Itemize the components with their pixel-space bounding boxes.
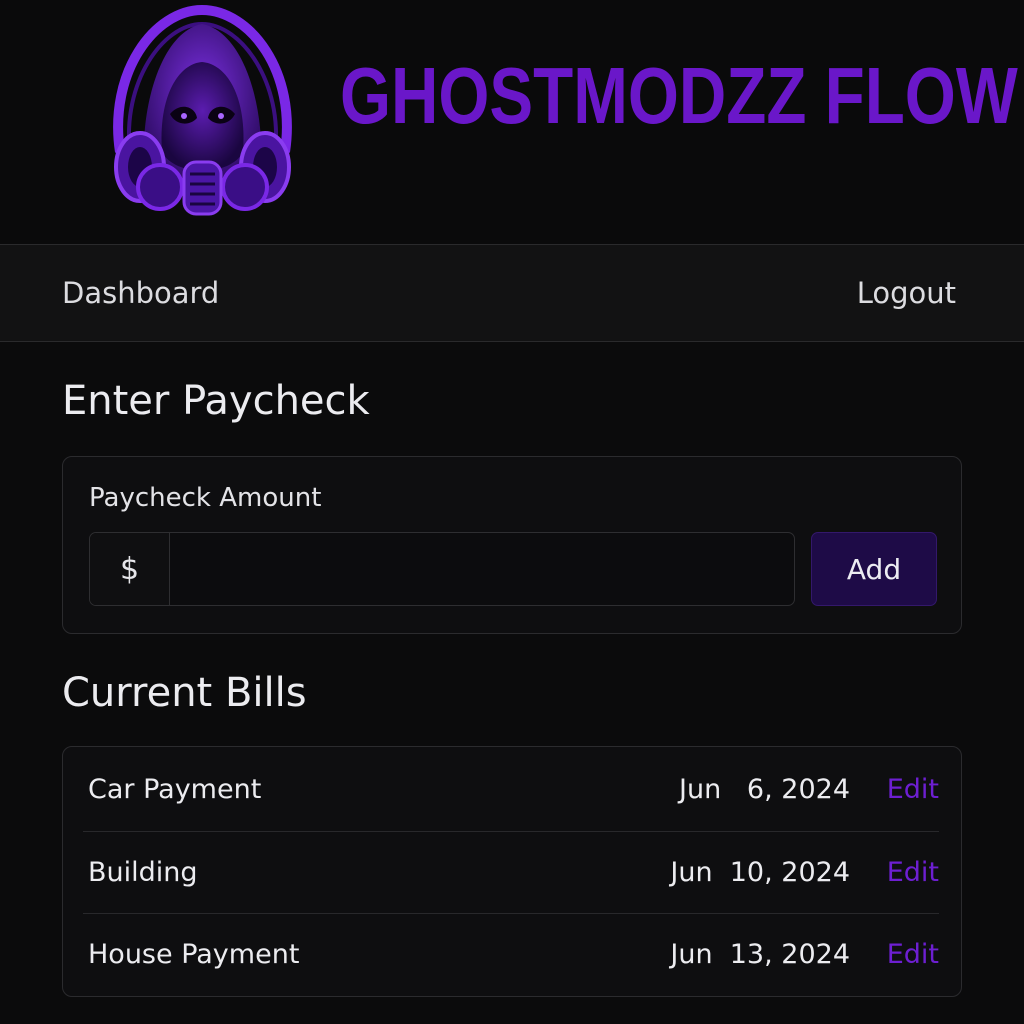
nav-logout-link[interactable]: Logout xyxy=(857,245,956,341)
nav-dashboard-link[interactable]: Dashboard xyxy=(62,245,219,341)
bill-row: Car Payment Jun 6, 2024 Edit xyxy=(83,749,939,831)
bill-name: Car Payment xyxy=(88,774,262,805)
bills-card: Car Payment Jun 6, 2024 Edit Building Ju… xyxy=(62,746,962,997)
bill-due-date: Jun 6, 2024 xyxy=(679,774,850,805)
bill-edit-link[interactable]: Edit xyxy=(887,749,939,831)
bill-due-date: Jun 10, 2024 xyxy=(670,857,850,888)
app-header: GHOSTMODZZ FLOW xyxy=(0,0,1024,244)
bill-name: Building xyxy=(88,857,198,888)
add-paycheck-button[interactable]: Add xyxy=(811,532,937,606)
enter-paycheck-title: Enter Paycheck xyxy=(62,378,370,424)
dollar-prefix: $ xyxy=(90,533,170,605)
brand-title: GHOSTMODZZ FLOW xyxy=(340,51,1018,140)
current-bills-title: Current Bills xyxy=(62,670,307,716)
bill-due-date: Jun 13, 2024 xyxy=(670,939,850,970)
paycheck-amount-label: Paycheck Amount xyxy=(89,483,322,513)
bill-row: Building Jun 10, 2024 Edit xyxy=(83,831,939,913)
bill-edit-link[interactable]: Edit xyxy=(887,832,939,914)
paycheck-card: Paycheck Amount $ Add xyxy=(62,456,962,634)
gas-mask-skull-headphones-icon xyxy=(113,4,292,216)
top-nav: Dashboard Logout xyxy=(0,244,1024,342)
bill-name: House Payment xyxy=(88,939,300,970)
bill-row: House Payment Jun 13, 2024 Edit xyxy=(83,913,939,995)
paycheck-amount-input[interactable] xyxy=(170,533,794,605)
paycheck-input-group: $ xyxy=(89,532,795,606)
bill-edit-link[interactable]: Edit xyxy=(887,914,939,996)
